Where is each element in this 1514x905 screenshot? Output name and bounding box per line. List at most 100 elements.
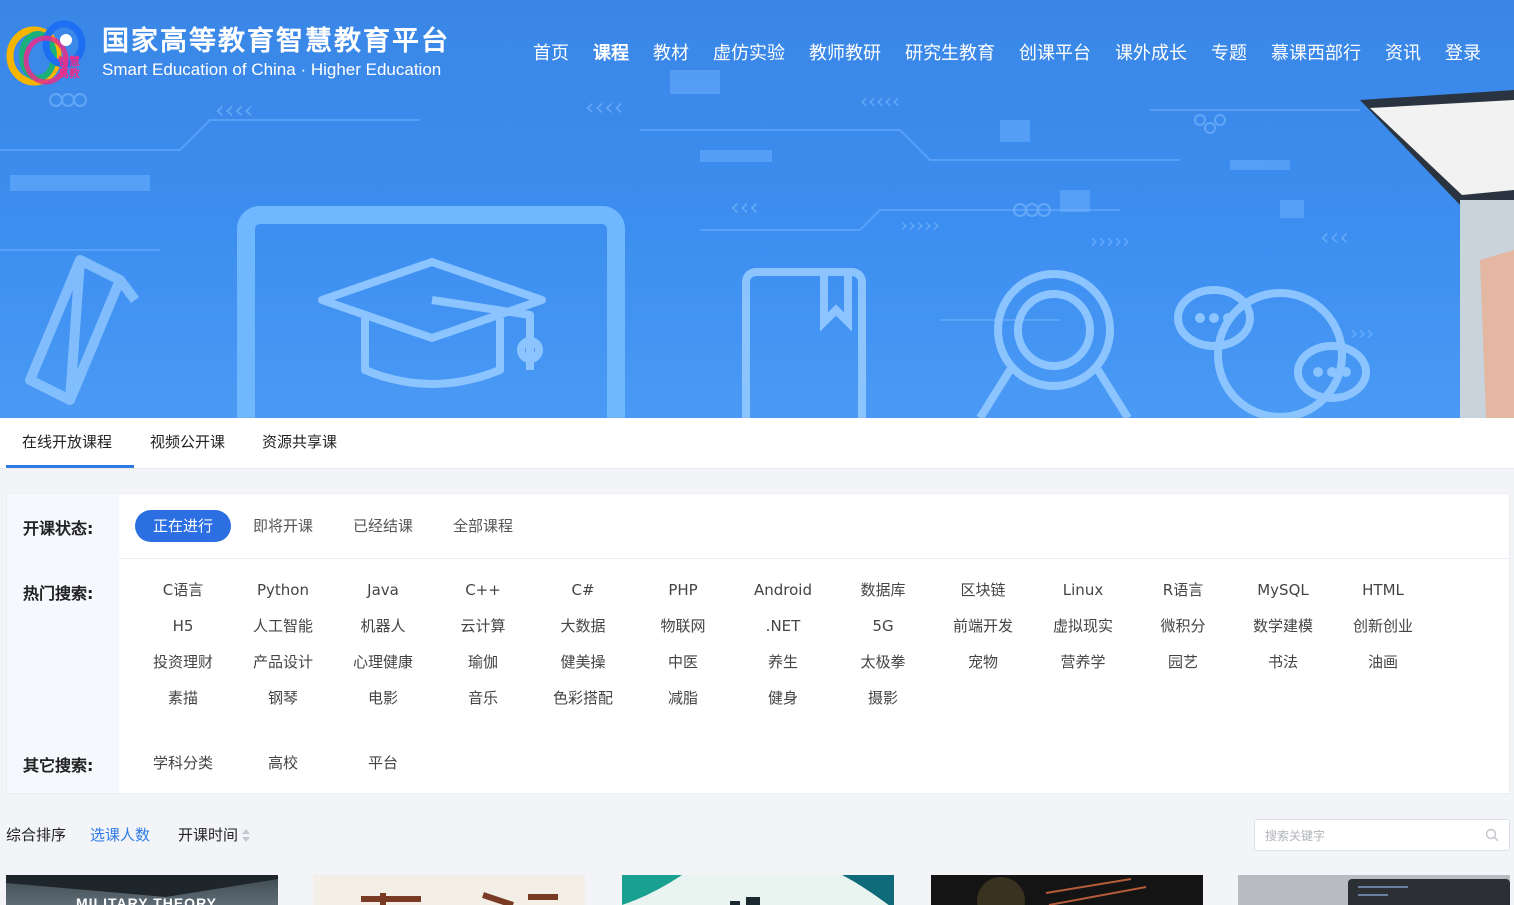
course-card[interactable] <box>313 875 585 905</box>
other-search-platform[interactable]: 平台 <box>333 753 433 773</box>
hot-keyword[interactable]: 数据库 <box>833 580 933 600</box>
svg-text:‹‹‹: ‹‹‹ <box>730 193 759 221</box>
hot-keyword[interactable]: 5G <box>833 616 933 636</box>
svg-text:‹‹‹: ‹‹‹ <box>1320 223 1349 251</box>
nav-login[interactable]: 登录 <box>1445 42 1481 66</box>
status-upcoming-button[interactable]: 即将开课 <box>233 510 333 542</box>
hot-keyword[interactable]: Linux <box>1033 580 1133 600</box>
hot-keyword[interactable]: 色彩搭配 <box>533 688 633 708</box>
status-filter-label: 开课状态: <box>23 519 94 538</box>
course-thumbnail <box>977 877 1147 905</box>
course-card[interactable] <box>931 875 1203 905</box>
course-card[interactable] <box>1238 875 1510 905</box>
search-icon[interactable] <box>1485 828 1499 842</box>
course-card[interactable]: MILITARY THEORY <box>6 875 278 905</box>
hot-keyword[interactable]: 养生 <box>733 652 833 672</box>
hot-keyword[interactable]: 机器人 <box>333 616 433 636</box>
hot-keyword[interactable]: C语言 <box>133 580 233 600</box>
status-ended-button[interactable]: 已经结课 <box>333 510 433 542</box>
hot-keyword[interactable]: 微积分 <box>1133 616 1233 636</box>
svg-text:‹‹‹‹‹: ‹‹‹‹‹ <box>860 89 900 113</box>
svg-text:‹‹‹‹: ‹‹‹‹ <box>585 93 623 121</box>
hot-keyword[interactable]: 区块链 <box>933 580 1033 600</box>
hot-keyword[interactable]: 宠物 <box>933 652 1033 672</box>
hot-keyword[interactable]: 创新创业 <box>1333 616 1433 636</box>
nav-home[interactable]: 首页 <box>533 42 569 66</box>
hot-keyword[interactable]: 大数据 <box>533 616 633 636</box>
hot-keyword[interactable]: 太极拳 <box>833 652 933 672</box>
brand-name-cn: 国家高等教育智慧教育平台 <box>102 26 450 57</box>
hot-keyword[interactable]: Android <box>733 580 833 600</box>
hot-keyword[interactable]: 减脂 <box>633 688 733 708</box>
hot-keyword[interactable]: Java <box>333 580 433 600</box>
hot-keyword[interactable]: C++ <box>433 580 533 600</box>
main-nav: 首页 课程 教材 虚仿实验 教师教研 研究生教育 创课平台 课外成长 专题 慕课… <box>533 42 1481 66</box>
hot-keyword[interactable]: 音乐 <box>433 688 533 708</box>
nav-courses[interactable]: 课程 <box>593 42 629 66</box>
hero-banner: ‹‹‹‹ ‹‹‹‹ ‹‹‹‹‹ ‹‹‹ ››››› ››››› ‹‹‹ ››› <box>0 0 1514 418</box>
hot-keyword[interactable]: 数学建模 <box>1233 616 1333 636</box>
hot-keyword[interactable]: 瑜伽 <box>433 652 533 672</box>
hot-keyword[interactable]: 人工智能 <box>233 616 333 636</box>
nav-course-creation[interactable]: 创课平台 <box>1019 42 1091 66</box>
hot-keyword[interactable]: 投资理财 <box>133 652 233 672</box>
brand-logo[interactable]: 智慧高教 国家高等教育智慧教育平台 Smart Education of Chi… <box>6 20 450 86</box>
hot-keyword[interactable]: 产品设计 <box>233 652 333 672</box>
tab-resource-sharing-courses[interactable]: 资源共享课 <box>262 418 337 469</box>
course-type-tabs: 在线开放课程 视频公开课 资源共享课 <box>0 418 1514 469</box>
sort-start-time[interactable]: 开课时间 <box>178 825 251 845</box>
hot-keyword[interactable]: 云计算 <box>433 616 533 636</box>
nav-extracurricular[interactable]: 课外成长 <box>1115 42 1187 66</box>
nav-virtual-labs[interactable]: 虚仿实验 <box>713 42 785 66</box>
hot-keyword[interactable]: HTML <box>1333 580 1433 600</box>
hot-keyword[interactable]: 电影 <box>333 688 433 708</box>
hot-keyword[interactable]: 健身 <box>733 688 833 708</box>
course-thumbnail <box>1348 879 1510 905</box>
hot-keyword[interactable]: 油画 <box>1333 652 1433 672</box>
hot-keyword[interactable]: 素描 <box>133 688 233 708</box>
course-card[interactable] <box>622 875 894 905</box>
nav-teacher-research[interactable]: 教师教研 <box>809 42 881 66</box>
other-search-label: 其它搜索: <box>23 756 94 775</box>
hot-keyword[interactable]: 摄影 <box>833 688 933 708</box>
search-input[interactable] <box>1265 826 1475 846</box>
hot-keyword[interactable]: 健美操 <box>533 652 633 672</box>
nav-textbooks[interactable]: 教材 <box>653 42 689 66</box>
nav-news[interactable]: 资讯 <box>1385 42 1421 66</box>
nav-topics[interactable]: 专题 <box>1211 42 1247 66</box>
hot-keyword[interactable]: 营养学 <box>1033 652 1133 672</box>
hot-keyword[interactable]: 园艺 <box>1133 652 1233 672</box>
status-ongoing-button[interactable]: 正在进行 <box>135 510 231 542</box>
hot-keyword[interactable]: 中医 <box>633 652 733 672</box>
course-thumbnail <box>622 875 894 905</box>
other-search-university[interactable]: 高校 <box>233 753 333 773</box>
status-all-button[interactable]: 全部课程 <box>433 510 533 542</box>
hot-keyword[interactable]: C# <box>533 580 633 600</box>
hot-keyword[interactable]: .NET <box>733 616 833 636</box>
nav-graduate-education[interactable]: 研究生教育 <box>905 42 995 66</box>
hot-search-label: 热门搜索: <box>23 584 94 603</box>
hot-keyword[interactable]: MySQL <box>1233 580 1333 600</box>
hot-keyword[interactable]: R语言 <box>1133 580 1233 600</box>
brand-name-en: Smart Education of China · Higher Educat… <box>102 60 442 79</box>
hot-keyword[interactable]: 物联网 <box>633 616 733 636</box>
tab-online-open-courses[interactable]: 在线开放课程 <box>22 418 112 469</box>
sort-enrollment[interactable]: 选课人数 <box>90 825 150 845</box>
nav-mooc-west[interactable]: 慕课西部行 <box>1271 42 1361 66</box>
logo-badge-text: 智慧高教 <box>58 55 80 80</box>
hot-keyword[interactable]: 书法 <box>1233 652 1333 672</box>
hot-keyword[interactable]: 钢琴 <box>233 688 333 708</box>
svg-text:›››››: ››››› <box>900 213 940 237</box>
hot-keyword[interactable]: 心理健康 <box>333 652 433 672</box>
hot-keyword[interactable]: 前端开发 <box>933 616 1033 636</box>
svg-text:‹‹‹‹: ‹‹‹‹ <box>215 96 253 124</box>
sort-comprehensive[interactable]: 综合排序 <box>6 825 66 845</box>
hot-keyword[interactable]: H5 <box>133 616 233 636</box>
hot-keyword[interactable]: Python <box>233 580 333 600</box>
tab-video-open-courses[interactable]: 视频公开课 <box>150 418 225 469</box>
hot-keyword[interactable]: PHP <box>633 580 733 600</box>
hot-keyword[interactable]: 虚拟现实 <box>1033 616 1133 636</box>
sort-arrows-icon <box>242 828 251 844</box>
filter-divider <box>119 558 1509 559</box>
other-search-subject-category[interactable]: 学科分类 <box>133 753 233 773</box>
